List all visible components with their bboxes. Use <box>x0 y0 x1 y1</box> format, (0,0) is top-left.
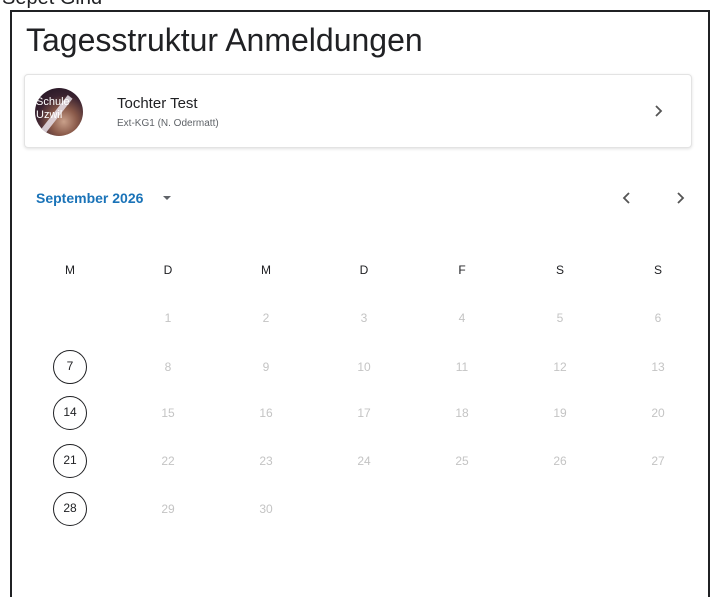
student-name: Tochter Test <box>117 95 198 112</box>
calendar-day-disabled: 12 <box>553 360 567 374</box>
next-month-button[interactable] <box>668 186 692 210</box>
calendar-day-disabled: 18 <box>455 406 469 420</box>
calendar-day-disabled: 22 <box>161 454 175 468</box>
weekday-header: M <box>65 263 75 277</box>
weekday-header: S <box>653 263 662 277</box>
calendar-day-disabled: 30 <box>259 502 273 516</box>
calendar-day-selectable[interactable]: 28 <box>53 492 87 526</box>
calendar-day-disabled: 9 <box>262 360 270 374</box>
calendar-day-selectable[interactable]: 21 <box>53 444 87 478</box>
weekday-header: D <box>163 263 173 277</box>
calendar-day-disabled: 2 <box>262 311 270 325</box>
avatar-label: Schule Uzwil <box>36 96 70 121</box>
chevron-left-icon <box>622 192 630 204</box>
calendar-day-disabled: 10 <box>357 360 371 374</box>
calendar-day-disabled: 19 <box>553 406 567 420</box>
calendar-day-disabled: 20 <box>651 406 665 420</box>
student-class: Ext-KG1 (N. Odermatt) <box>117 118 219 129</box>
calendar-day-disabled: 3 <box>360 311 368 325</box>
weekday-header: F <box>458 263 466 277</box>
weekday-header: S <box>555 263 564 277</box>
month-selector[interactable]: September 2026 <box>36 188 172 208</box>
weekday-header: D <box>359 263 369 277</box>
calendar-day-disabled: 17 <box>357 406 371 420</box>
previous-month-button[interactable] <box>615 186 639 210</box>
calendar-day-disabled: 6 <box>654 311 662 325</box>
month-label: September 2026 <box>36 190 144 206</box>
chevron-right-icon <box>655 105 663 117</box>
page-title: Tagesstruktur Anmeldungen <box>26 22 423 58</box>
calendar-day-disabled: 1 <box>164 311 172 325</box>
student-card[interactable]: Schule Uzwil Tochter Test Ext-KG1 (N. Od… <box>24 74 692 148</box>
calendar-day-disabled: 8 <box>164 360 172 374</box>
calendar-day-disabled: 5 <box>556 311 564 325</box>
avatar: Schule Uzwil <box>35 88 83 136</box>
calendar-day-disabled: 16 <box>259 406 273 420</box>
weekday-header: M <box>261 263 271 277</box>
calendar-day-disabled: 13 <box>651 360 665 374</box>
calendar-day-disabled: 23 <box>259 454 273 468</box>
calendar-day-selectable[interactable]: 7 <box>53 350 87 384</box>
calendar-day-disabled: 15 <box>161 406 175 420</box>
chevron-right-icon <box>677 192 685 204</box>
calendar-day-disabled: 29 <box>161 502 175 516</box>
calendar-day-disabled: 27 <box>651 454 665 468</box>
calendar-day-disabled: 4 <box>458 311 466 325</box>
caret-down-icon <box>163 196 172 200</box>
top-cropped-text: Sepet Gind <box>0 0 712 10</box>
calendar-day-disabled: 11 <box>455 360 469 374</box>
top-cropped-label: Sepet Gind <box>2 0 102 8</box>
calendar-day-selectable[interactable]: 14 <box>53 396 87 430</box>
calendar-day-disabled: 24 <box>357 454 371 468</box>
calendar-day-disabled: 26 <box>553 454 567 468</box>
calendar-day-disabled: 25 <box>455 454 469 468</box>
